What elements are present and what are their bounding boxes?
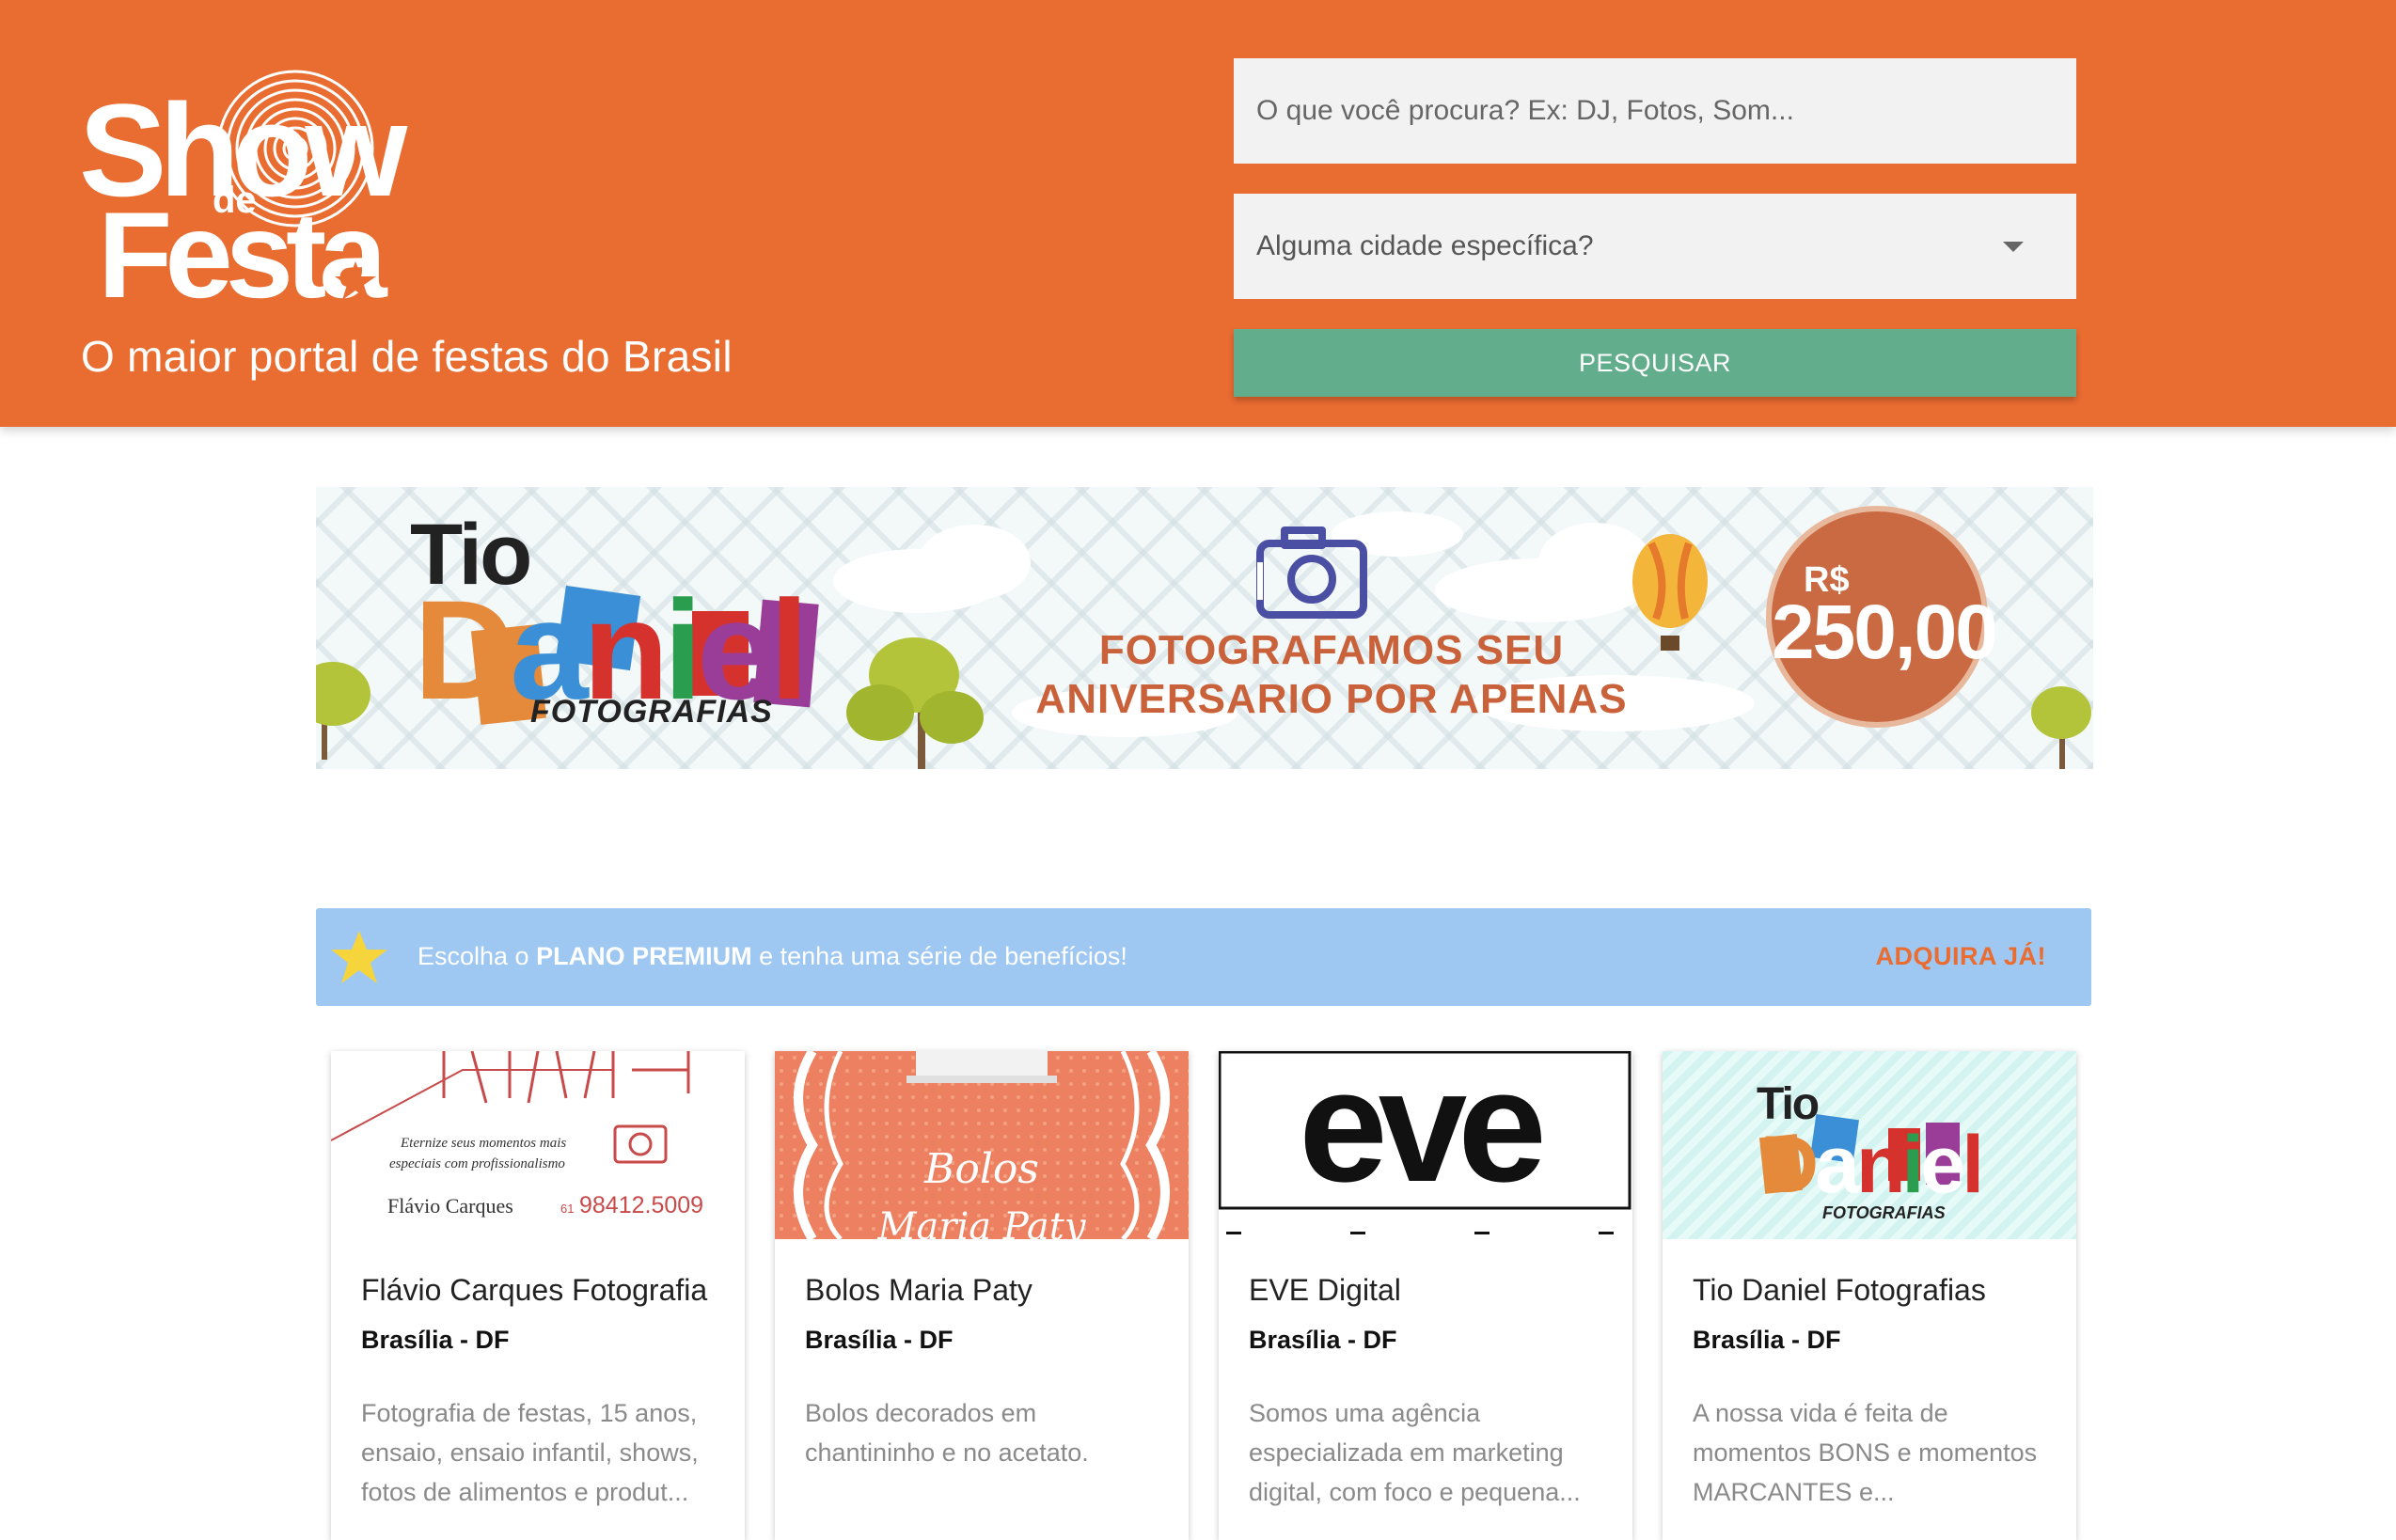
vendor-card[interactable]: eve EVE Digital Brasília - DF Somos uma … <box>1219 1051 1632 1540</box>
premium-plan-strip: Escolha o PLANO PREMIUM e tenha uma séri… <box>316 908 2091 1006</box>
svg-text:61: 61 <box>560 1202 574 1216</box>
premium-cta-link[interactable]: ADQUIRA JÁ! <box>1875 942 2046 971</box>
svg-text:98412.5009: 98412.5009 <box>579 1192 703 1218</box>
city-select[interactable]: Alguma cidade específica? <box>1234 194 2076 299</box>
vendor-card-title[interactable]: Flávio Carques Fotografia <box>361 1273 707 1308</box>
vendor-card[interactable]: Bolos Maria Paty Bolos Maria Paty Brasíl… <box>775 1051 1189 1540</box>
site-tagline: O maior portal de festas do Brasil <box>81 332 733 381</box>
premium-message: Escolha o PLANO PREMIUM e tenha uma séri… <box>418 942 1127 970</box>
vendor-card-image: Bolos Maria Paty <box>775 1051 1189 1239</box>
vendor-card-city: Brasília - DF <box>361 1326 510 1354</box>
vendor-card-city: Brasília - DF <box>805 1326 954 1354</box>
chevron-down-icon <box>2003 241 2024 252</box>
vendor-card-city: Brasília - DF <box>1693 1326 1841 1354</box>
svg-text:Daniel: Daniel <box>1760 1120 1980 1210</box>
promo-banner[interactable]: Tio Daniel FOTOGRAFIAS FOTOGRAFAMOS SEU … <box>316 487 2093 769</box>
search-input[interactable] <box>1234 58 2076 164</box>
vendor-card-title[interactable]: Tio Daniel Fotografias <box>1693 1273 1986 1308</box>
search-button[interactable]: PESQUISAR <box>1234 329 2076 397</box>
banner-price-badge: R$ 250,00 <box>1766 506 1998 728</box>
logo-festa-text: Festa <box>98 186 388 308</box>
svg-text:Flávio Carques: Flávio Carques <box>387 1194 513 1218</box>
vendor-card-image: Tio Daniel FOTOGRAFIAS <box>1663 1051 2076 1239</box>
svg-text:Eternize seus momentos mais: Eternize seus momentos mais <box>400 1136 566 1151</box>
vendor-card-image: eve <box>1219 1051 1632 1239</box>
camera-icon <box>1256 526 1367 619</box>
svg-text:eve: eve <box>1299 1051 1541 1216</box>
site-header: Show de Festa O maior portal de festas d… <box>0 0 2396 427</box>
city-select-label: Alguma cidade específica? <box>1256 230 1594 261</box>
vendor-card-city: Brasília - DF <box>1249 1326 1397 1354</box>
banner-brand-sub: FOTOGRAFIAS <box>530 694 773 730</box>
vendor-card-description: Bolos decorados em chantininho e no acet… <box>805 1399 1089 1467</box>
vendor-card-description: Fotografia de festas, 15 anos, ensaio, e… <box>361 1399 699 1506</box>
svg-text:FOTOGRAFIAS: FOTOGRAFIAS <box>1822 1203 1946 1222</box>
star-icon <box>331 931 387 983</box>
vendor-card-title[interactable]: Bolos Maria Paty <box>805 1273 1032 1308</box>
banner-headline: FOTOGRAFAMOS SEU ANIVERSARIO POR APENAS <box>1035 627 1628 722</box>
vendor-card-description: Somos uma agência especializada em marke… <box>1249 1399 1581 1506</box>
vendor-card[interactable]: Tio Daniel FOTOGRAFIAS Tio Daniel Fotogr… <box>1663 1051 2076 1540</box>
logo-graphic: Show de Festa <box>79 70 416 323</box>
vendor-card-image: Eternize seus momentos mais especiais co… <box>331 1051 745 1239</box>
svg-text:Bolos: Bolos <box>923 1145 1039 1193</box>
vendor-card-description: A nossa vida é feita de momentos BONS e … <box>1693 1399 2038 1506</box>
svg-text:especiais com profissionalismo: especiais com profissionalismo <box>389 1156 565 1171</box>
show-de-festa-logo[interactable]: Show de Festa <box>79 55 502 323</box>
vendor-card[interactable]: Eternize seus momentos mais especiais co… <box>331 1051 745 1540</box>
svg-text:Maria Paty: Maria Paty <box>877 1205 1087 1239</box>
vendor-card-title[interactable]: EVE Digital <box>1249 1273 1401 1308</box>
banner-price-value: 250,00 <box>1772 589 1998 675</box>
